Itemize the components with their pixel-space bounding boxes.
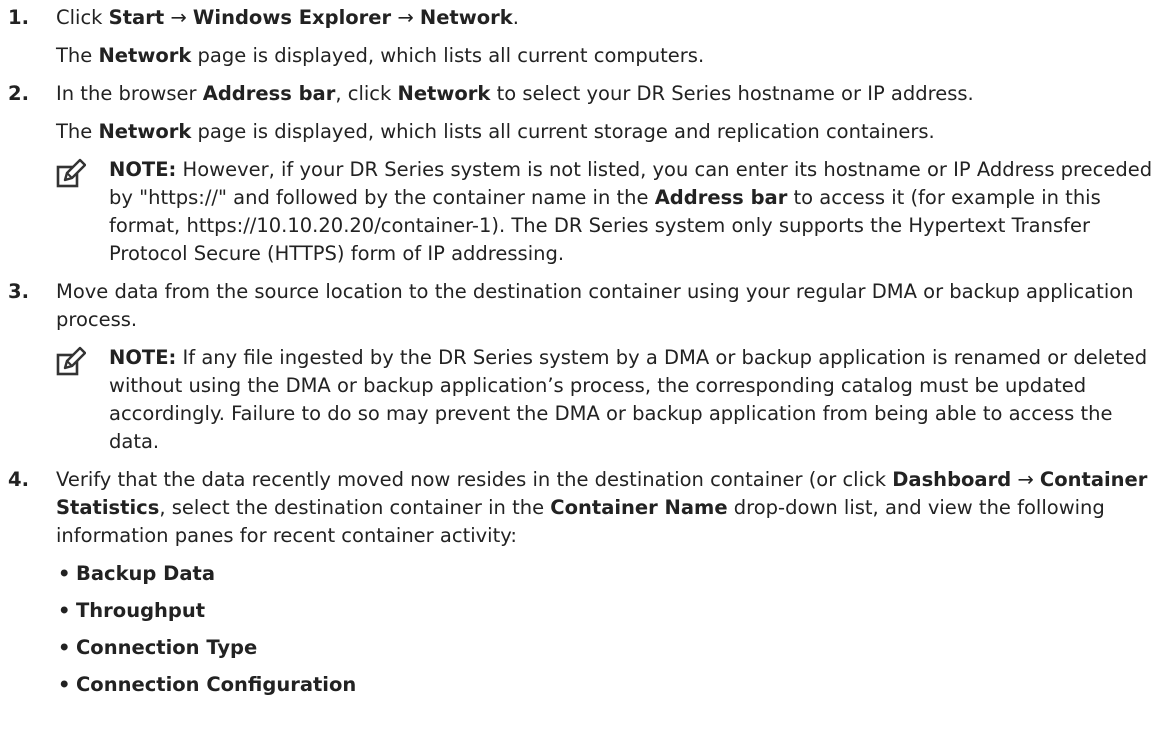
step-1: 1. Click Start → Windows Explorer → Netw… xyxy=(6,4,1167,70)
step-3-instruction: Move data from the source location to th… xyxy=(56,280,1134,331)
step-number: 3. xyxy=(8,280,29,303)
info-pane-list: Backup Data Throughput Connection Type C… xyxy=(56,560,1167,699)
note-text: NOTE: However, if your DR Series system … xyxy=(109,158,1153,265)
step-2-instruction: In the browser Address bar, click Networ… xyxy=(56,82,974,105)
note-block: NOTE: If any file ingested by the DR Ser… xyxy=(56,344,1167,456)
step-3: 3. Move data from the source location to… xyxy=(6,278,1167,456)
list-item: Throughput xyxy=(56,597,1167,625)
document-page: 1. Click Start → Windows Explorer → Netw… xyxy=(0,0,1167,699)
note-text: NOTE: If any file ingested by the DR Ser… xyxy=(109,346,1148,453)
step-number: 2. xyxy=(8,82,29,105)
step-4-instruction: Verify that the data recently moved now … xyxy=(56,468,1148,547)
step-1-result: The Network page is displayed, which lis… xyxy=(56,44,705,67)
step-2: 2. In the browser Address bar, click Net… xyxy=(6,80,1167,268)
step-number: 4. xyxy=(8,468,29,491)
step-4: 4. Verify that the data recently moved n… xyxy=(6,466,1167,699)
pencil-note-icon xyxy=(56,158,86,188)
list-item: Connection Type xyxy=(56,634,1167,662)
list-item: Connection Configuration xyxy=(56,671,1167,699)
pencil-note-icon xyxy=(56,346,86,376)
list-item: Backup Data xyxy=(56,560,1167,588)
step-1-instruction: Click Start → Windows Explorer → Network… xyxy=(56,6,519,29)
note-block: NOTE: However, if your DR Series system … xyxy=(56,156,1167,268)
step-2-result: The Network page is displayed, which lis… xyxy=(56,120,935,143)
step-number: 1. xyxy=(8,6,29,29)
